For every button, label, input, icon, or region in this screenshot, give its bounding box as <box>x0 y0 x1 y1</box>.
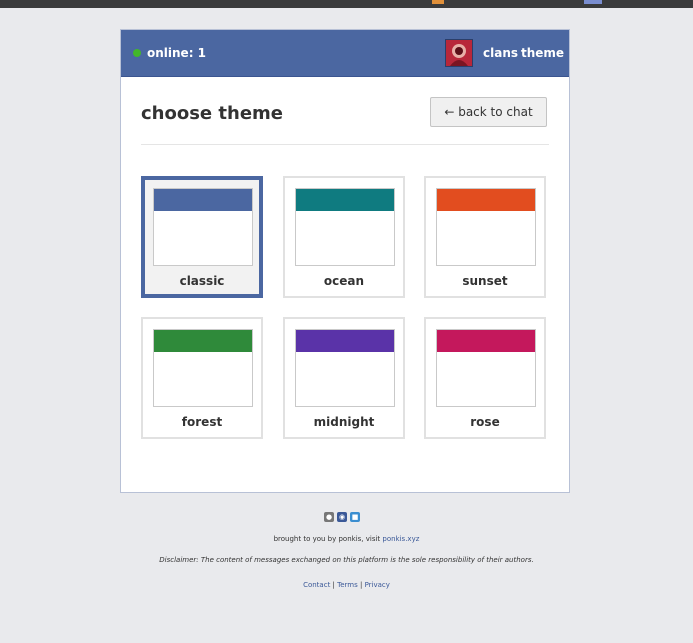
ponkis-link[interactable]: ponkis.xyz <box>382 535 419 543</box>
contact-link[interactable]: Contact <box>303 581 330 589</box>
theme-preview <box>153 188 253 266</box>
toolbar-mark-icon <box>432 0 444 4</box>
theme-label: ocean <box>323 274 365 288</box>
user-avatar[interactable] <box>445 39 473 67</box>
footer-credit-text: brought to you by ponkis, visit <box>273 535 383 543</box>
theme-preview-bar <box>437 189 535 211</box>
theme-label: midnight <box>313 415 375 429</box>
online-count-label: online: 1 <box>147 46 207 60</box>
divider <box>141 144 549 145</box>
theme-label: sunset <box>462 274 508 288</box>
theme-preview-bar <box>296 189 394 211</box>
theme-preview <box>153 329 253 407</box>
online-status: online: 1 <box>133 46 206 60</box>
theme-label: forest <box>181 415 223 429</box>
app-header: online: 1 clans theme <box>121 30 569 77</box>
theme-preview <box>295 188 395 266</box>
footer-credit: brought to you by ponkis, visit ponkis.x… <box>0 535 693 543</box>
theme-preview <box>436 329 536 407</box>
theme-option-midnight[interactable]: midnight <box>283 317 405 439</box>
theme-preview <box>295 329 395 407</box>
link-separator: | <box>357 581 365 589</box>
theme-option-sunset[interactable]: sunset <box>424 176 546 298</box>
terms-link[interactable]: Terms <box>337 581 358 589</box>
discord-icon[interactable]: ◉ <box>337 512 347 522</box>
top-strip <box>0 0 693 8</box>
nav-theme-link[interactable]: theme <box>521 46 564 60</box>
theme-preview-bar <box>437 330 535 352</box>
online-dot-icon <box>133 49 141 57</box>
footer-icons: ● ◉ ■ <box>324 512 360 522</box>
disclaimer-text: Disclaimer: The content of messages exch… <box>159 556 534 564</box>
theme-preview-bar <box>154 330 252 352</box>
theme-preview-bar <box>154 189 252 211</box>
theme-label: classic <box>179 274 225 288</box>
chat-icon[interactable]: ■ <box>350 512 360 522</box>
gamepad-icon[interactable]: ● <box>324 512 334 522</box>
footer-links: Contact | Terms | Privacy <box>0 581 693 589</box>
back-to-chat-button[interactable]: ← back to chat <box>430 97 547 127</box>
toolbar-mark-icon <box>584 0 602 4</box>
nav-clans-link[interactable]: clans <box>483 46 518 60</box>
theme-label: rose <box>470 415 500 429</box>
theme-card: online: 1 clans theme choose theme ← bac… <box>120 29 570 493</box>
theme-preview-bar <box>296 330 394 352</box>
theme-option-classic[interactable]: classic <box>141 176 263 298</box>
privacy-link[interactable]: Privacy <box>365 581 390 589</box>
page-title: choose theme <box>141 103 283 124</box>
theme-option-rose[interactable]: rose <box>424 317 546 439</box>
theme-option-forest[interactable]: forest <box>141 317 263 439</box>
theme-option-ocean[interactable]: ocean <box>283 176 405 298</box>
theme-preview <box>436 188 536 266</box>
